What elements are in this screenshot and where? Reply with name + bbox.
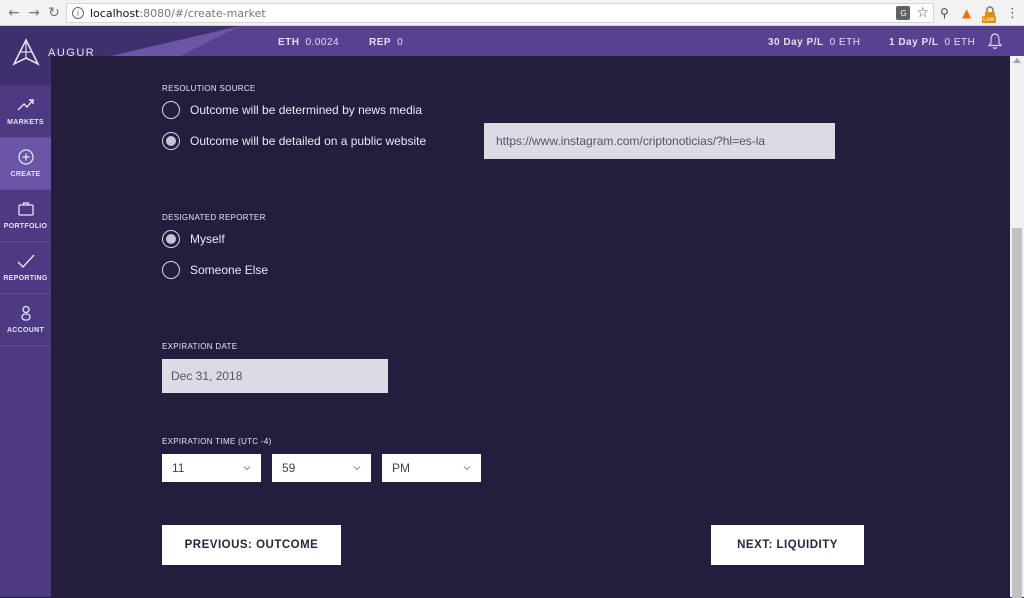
low-badge: Low <box>982 16 996 23</box>
sidebar: MARKETS CREATE PORTFOLIO REPORTING ACCOU… <box>0 86 51 597</box>
trend-icon <box>17 99 34 111</box>
expiration-date-input[interactable]: Dec 31, 2018 <box>162 359 388 393</box>
rep-balance: REP 0 <box>369 37 404 48</box>
sidebar-item-reporting[interactable]: REPORTING <box>0 242 51 294</box>
designated-reporter-label: DESIGNATED REPORTER <box>162 213 266 222</box>
chevron-down-icon <box>243 466 251 471</box>
address-bar[interactable]: i localhost:8080/#/create-market G ☆ <box>66 3 934 23</box>
radio-button[interactable] <box>162 132 180 150</box>
scroll-thumb[interactable] <box>1012 228 1022 598</box>
eth-balance: ETH 0.0024 <box>278 37 340 48</box>
hour-select[interactable]: 11 <box>162 454 261 482</box>
website-url-input[interactable]: https://www.instagram.com/criptonoticias… <box>484 123 835 159</box>
ampm-select[interactable]: PM <box>382 454 481 482</box>
scrollbar[interactable] <box>1010 56 1024 598</box>
extension-low-icon[interactable]: Low <box>982 4 998 23</box>
bell-icon[interactable] <box>988 33 1002 49</box>
extension-key-icon[interactable]: ⚲ <box>940 4 949 22</box>
sidebar-item-create[interactable]: CREATE <box>0 138 51 190</box>
bookmark-star-icon[interactable]: ☆ <box>916 5 929 21</box>
radio-button[interactable] <box>162 230 180 248</box>
create-market-form: RESOLUTION SOURCE Outcome will be determ… <box>51 56 1010 597</box>
pl-1-day: 1 Day P/L 0 ETH <box>889 37 976 48</box>
radio-button[interactable] <box>162 101 180 119</box>
reload-icon[interactable]: ↻ <box>44 3 64 23</box>
translate-icon[interactable]: G <box>896 6 911 20</box>
sidebar-item-markets[interactable]: MARKETS <box>0 86 51 138</box>
url-text[interactable]: localhost:8080/#/create-market <box>90 7 266 20</box>
extension-fire-icon[interactable]: ▲ <box>962 4 971 22</box>
browser-menu-icon[interactable]: ⋮ <box>1006 4 1019 22</box>
back-arrow-icon[interactable]: ← <box>4 3 24 23</box>
chevron-down-icon <box>463 466 471 471</box>
radio-public-website[interactable]: Outcome will be detailed on a public web… <box>162 132 426 150</box>
radio-button[interactable] <box>162 261 180 279</box>
radio-news-media[interactable]: Outcome will be determined by news media <box>162 101 422 119</box>
radio-myself[interactable]: Myself <box>162 230 225 248</box>
previous-outcome-button[interactable]: PREVIOUS: OUTCOME <box>162 525 341 565</box>
sidebar-item-account[interactable]: ACCOUNT <box>0 294 51 346</box>
expiration-time-label: EXPIRATION TIME (UTC -4) <box>162 437 272 446</box>
briefcase-icon <box>17 202 34 216</box>
forward-arrow-icon[interactable]: → <box>24 3 44 23</box>
plus-circle-icon <box>17 149 34 165</box>
browser-toolbar: ← → ↻ i localhost:8080/#/create-market G… <box>0 0 1024 26</box>
person-icon <box>20 305 31 321</box>
next-liquidity-button[interactable]: NEXT: LIQUIDITY <box>711 525 864 565</box>
minute-select[interactable]: 59 <box>272 454 371 482</box>
augur-logo-icon <box>12 38 40 66</box>
chevron-down-icon <box>353 466 361 471</box>
resolution-source-label: RESOLUTION SOURCE <box>162 84 256 93</box>
check-icon <box>17 254 35 269</box>
expiration-date-label: EXPIRATION DATE <box>162 342 238 351</box>
info-icon[interactable]: i <box>72 7 84 19</box>
radio-someone-else[interactable]: Someone Else <box>162 261 268 279</box>
scroll-up-arrow-icon[interactable] <box>1013 58 1021 63</box>
sidebar-item-portfolio[interactable]: PORTFOLIO <box>0 190 51 242</box>
pl-30-day: 30 Day P/L 0 ETH <box>768 37 861 48</box>
